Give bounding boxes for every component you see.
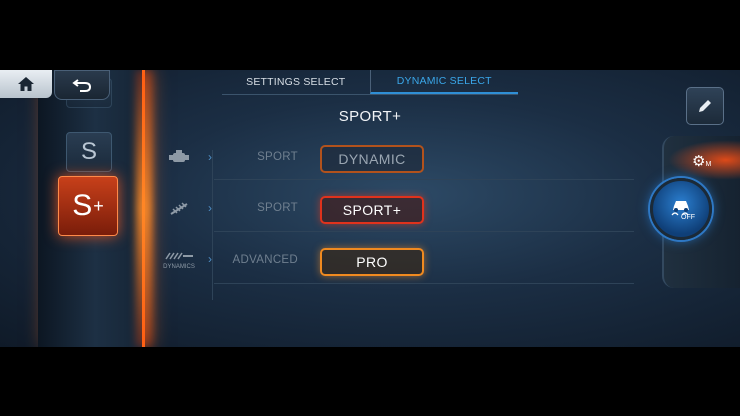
chevron-right-icon: › [208, 252, 212, 266]
row-divider [214, 179, 634, 180]
suspension-program-button[interactable]: SPORT+ [320, 196, 424, 224]
gear-mode-letter: M [705, 161, 712, 168]
row-label-suspension: SPORT [257, 202, 298, 214]
tab-divider [222, 94, 518, 95]
wheel-glow [136, 70, 152, 347]
chevron-right-icon: › [208, 150, 212, 164]
mode-sport-button[interactable]: S [66, 132, 112, 172]
display-screen: C S S+ SETTINGS SELECT DYNAMIC SELECT SP… [0, 70, 740, 347]
row-label-dynamics: ADVANCED [232, 254, 298, 266]
amg-dynamics-program-button[interactable]: PRO [320, 248, 424, 276]
amg-dynamics-icon-label: DYNAMICS [163, 264, 195, 270]
tab-settings-select[interactable]: SETTINGS SELECT [222, 70, 370, 94]
row-vertical-divider [212, 150, 213, 300]
edit-button[interactable] [686, 87, 724, 125]
home-button[interactable] [0, 70, 52, 98]
home-icon [18, 77, 34, 91]
pencil-icon [699, 100, 711, 112]
esp-off-button[interactable]: OFF [650, 178, 712, 240]
page-title: SPORT+ [338, 108, 402, 125]
gears-icon: ⚙ [692, 153, 706, 170]
chevron-right-icon: › [208, 201, 212, 215]
tab-dynamic-select[interactable]: DYNAMIC SELECT [369, 70, 518, 94]
drive-mode-wheel[interactable]: C S S+ [38, 70, 152, 347]
tab-bar: SETTINGS SELECT DYNAMIC SELECT [222, 70, 518, 94]
back-arrow-icon [72, 79, 92, 92]
engine-icon [166, 150, 192, 168]
esp-off-label: OFF [681, 213, 695, 221]
row-divider [214, 283, 634, 284]
manual-transmission-button[interactable]: ⚙M [692, 152, 711, 170]
back-button[interactable] [54, 70, 110, 100]
drive-program-button[interactable]: DYNAMIC [320, 145, 424, 173]
mode-sport-plus-button[interactable]: S + [58, 176, 118, 236]
row-divider [214, 231, 634, 232]
amg-dynamics-icon: DYNAMICS [162, 252, 196, 270]
row-label-drive: SPORT [257, 151, 298, 163]
suspension-icon [166, 201, 192, 219]
